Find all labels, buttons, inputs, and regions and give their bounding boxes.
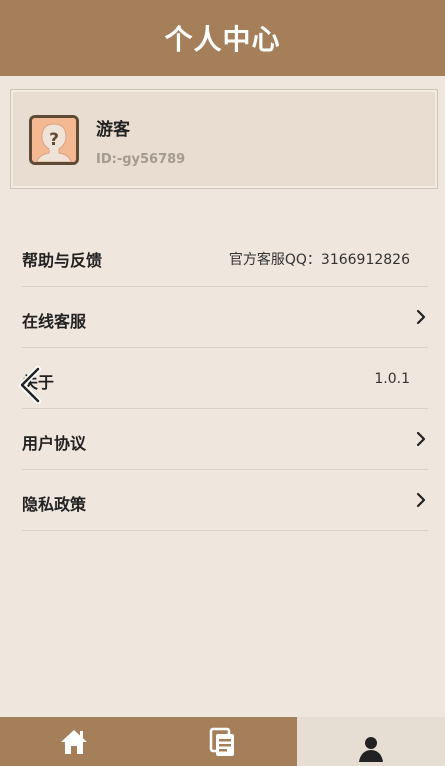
- chevron-right-icon: [416, 431, 426, 447]
- notes-icon: [210, 727, 235, 756]
- menu-item-online-service[interactable]: 在线客服: [22, 287, 428, 348]
- menu-item-label: 隐私政策: [22, 495, 87, 514]
- tab-home[interactable]: [0, 717, 149, 766]
- settings-menu: 帮助与反馈 官方客服QQ：3166912826 在线客服 关于 1.0.1 用户…: [22, 226, 428, 531]
- user-icon: [358, 736, 383, 762]
- menu-item-label: 帮助与反馈: [22, 251, 103, 270]
- chevron-right-icon: [416, 309, 426, 325]
- page-header: 个人中心: [0, 0, 445, 76]
- menu-item-about[interactable]: 关于 1.0.1: [22, 348, 428, 409]
- avatar: ?: [29, 115, 79, 165]
- menu-item-user-agreement[interactable]: 用户协议: [22, 409, 428, 470]
- avatar-question-icon: ?: [32, 118, 76, 162]
- menu-item-label: 在线客服: [22, 312, 87, 331]
- menu-item-help[interactable]: 帮助与反馈 官方客服QQ：3166912826: [22, 226, 428, 287]
- page-title: 个人中心: [164, 23, 281, 56]
- user-name: 游客: [96, 120, 130, 140]
- profile-card[interactable]: ? 游客 ID:-gy56789: [10, 89, 438, 189]
- back-gesture-icon[interactable]: [14, 365, 46, 405]
- tab-notes[interactable]: [148, 717, 297, 766]
- support-qq: 官方客服QQ：3166912826: [228, 252, 410, 268]
- app-version: 1.0.1: [374, 371, 410, 387]
- chevron-right-icon: [416, 492, 426, 508]
- home-icon: [61, 729, 88, 754]
- menu-item-label: 用户协议: [22, 434, 87, 453]
- menu-item-privacy-policy[interactable]: 隐私政策: [22, 470, 428, 531]
- tab-me[interactable]: [296, 717, 445, 766]
- user-id: ID:-gy56789: [96, 152, 186, 167]
- svg-text:?: ?: [49, 130, 59, 150]
- bottom-tab-bar: [0, 717, 445, 766]
